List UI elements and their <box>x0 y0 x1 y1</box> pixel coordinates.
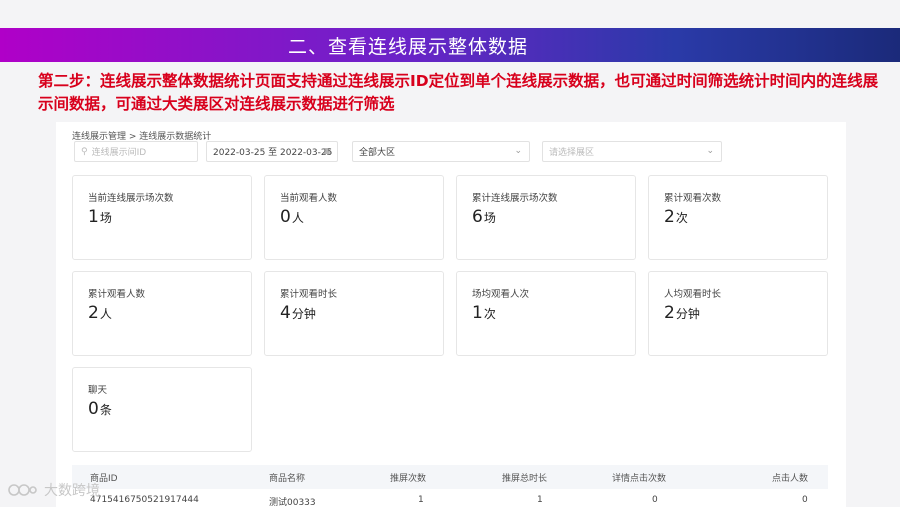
calendar-icon: ▦ <box>323 146 331 155</box>
stat-value: 4分钟 <box>280 303 316 323</box>
stat-label: 当前观看人数 <box>280 193 338 204</box>
area-select[interactable]: 全部大区 ⌄ <box>352 141 530 162</box>
table-cell: 1 <box>537 495 543 505</box>
stat-value: 2分钟 <box>664 303 700 323</box>
date-range-picker[interactable]: 2022-03-25 至 2022-03-25 ▦ <box>206 141 338 162</box>
stat-value: 0人 <box>280 207 304 227</box>
stat-card: 人均观看时长 2分钟 <box>648 271 828 356</box>
hall-select[interactable]: 请选择展区 ⌄ <box>542 141 722 162</box>
table-cell: 1 <box>418 495 424 505</box>
stat-label: 场均观看人次 <box>472 289 530 300</box>
stat-card: 聊天 0条 <box>72 367 252 452</box>
stat-label: 累计连线展示场次数 <box>472 193 558 204</box>
stat-value: 2次 <box>664 207 688 227</box>
stat-card: 场均观看人次 1次 <box>456 271 636 356</box>
step-instructions: 第二步：连线展示整体数据统计页面支持通过连线展示ID定位到单个连线展示数据，也可… <box>38 72 879 113</box>
chevron-down-icon: ⌄ <box>706 146 714 156</box>
stat-value: 1次 <box>472 303 496 323</box>
area-select-value: 全部大区 <box>359 148 396 158</box>
column-header: 商品名称 <box>269 474 306 484</box>
stat-value: 2人 <box>88 303 112 323</box>
stat-card: 累计观看时长 4分钟 <box>264 271 444 356</box>
table-cell: 4715416750521917444 <box>90 495 199 505</box>
table-header: 商品ID 商品名称 推屏次数 推屏总时长 详情点击次数 点击人数 <box>72 465 828 489</box>
table-cell: 0 <box>652 495 658 505</box>
column-header: 详情点击次数 <box>612 474 667 484</box>
column-header: 推屏次数 <box>390 474 427 484</box>
stat-value: 0条 <box>88 399 112 419</box>
table-cell: 0 <box>802 495 808 505</box>
live-id-search-input[interactable]: ⚲ 连线展示间ID <box>74 141 198 162</box>
stat-card: 累计连线展示场次数 6场 <box>456 175 636 260</box>
watermark-logo-icon <box>8 484 37 496</box>
title-banner: 二、查看连线展示整体数据 <box>0 28 900 62</box>
stat-label: 累计观看人数 <box>88 289 146 300</box>
table-cell: 测试00333 <box>269 498 316 507</box>
search-icon: ⚲ <box>81 146 88 157</box>
watermark: 大数跨境 <box>8 480 100 500</box>
stat-label: 当前连线展示场次数 <box>88 193 174 204</box>
stat-card: 当前连线展示场次数 1场 <box>72 175 252 260</box>
hall-select-placeholder: 请选择展区 <box>549 148 595 158</box>
chevron-down-icon: ⌄ <box>514 146 522 156</box>
search-placeholder: 连线展示间ID <box>91 148 147 158</box>
stats-panel: 连线展示管理 > 连线展示数据统计 ⚲ 连线展示间ID 2022-03-25 至… <box>56 122 846 507</box>
table-row[interactable]: 4715416750521917444 测试00333 1 1 0 0 <box>72 491 828 507</box>
column-header: 推屏总时长 <box>502 474 548 484</box>
stat-label: 累计观看时长 <box>280 289 338 300</box>
stat-card: 累计观看次数 2次 <box>648 175 828 260</box>
page-title: 二、查看连线展示整体数据 <box>288 36 529 58</box>
stat-label: 累计观看次数 <box>664 193 722 204</box>
stat-value: 1场 <box>88 207 112 227</box>
watermark-text: 大数跨境 <box>44 483 100 499</box>
stat-card: 当前观看人数 0人 <box>264 175 444 260</box>
column-header: 点击人数 <box>772 474 809 484</box>
stat-card: 累计观看人数 2人 <box>72 271 252 356</box>
date-range-value: 2022-03-25 至 2022-03-25 <box>213 148 333 158</box>
stat-value: 6场 <box>472 207 496 227</box>
stat-label: 聊天 <box>88 385 108 396</box>
stat-label: 人均观看时长 <box>664 289 722 300</box>
